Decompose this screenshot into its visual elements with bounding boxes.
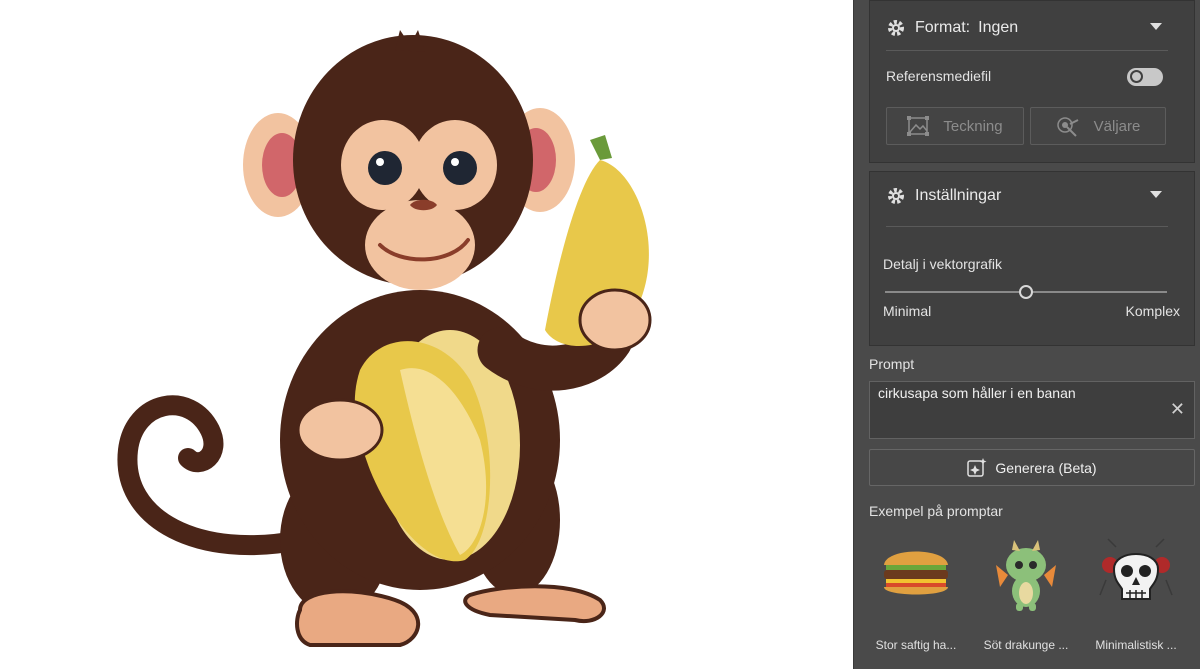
canvas-area (0, 0, 853, 669)
divider (886, 50, 1168, 51)
prompt-text[interactable]: cirkusapa som håller i en banan (878, 385, 1076, 401)
slider-min-label: Minimal (883, 303, 932, 319)
toggle-knob-inner (1132, 72, 1141, 81)
detail-label: Detalj i vektorgrafik (883, 256, 1003, 272)
chevron-down-icon[interactable] (1150, 23, 1162, 31)
example-caption: Stor saftig ha... (875, 638, 957, 652)
settings-header[interactable]: Inställningar (886, 184, 1001, 208)
reference-toggle[interactable] (1127, 68, 1163, 86)
prompt-label: Prompt (869, 356, 915, 372)
example-item[interactable]: Minimalistisk ... (1086, 535, 1186, 652)
generate-button[interactable]: Generera (Beta) (869, 449, 1195, 486)
drawing-icon (907, 116, 930, 136)
example-caption: Minimalistisk ... (1095, 638, 1177, 652)
burger-icon (884, 551, 948, 595)
picker-button[interactable]: Väljare (1030, 107, 1166, 145)
format-value: Ingen (978, 19, 1019, 36)
picker-icon (1056, 117, 1079, 137)
divider (886, 226, 1168, 227)
dragon-icon (996, 540, 1056, 611)
format-header[interactable]: Format: Ingen (886, 16, 1018, 40)
close-icon[interactable]: ✕ (1170, 400, 1185, 418)
reference-label: Referensmediefil (886, 68, 992, 84)
chevron-down-icon[interactable] (1150, 191, 1162, 199)
examples-title: Exempel på promptar (869, 503, 1003, 519)
settings-title: Inställningar (915, 187, 1002, 204)
drawing-button-label: Teckning (943, 117, 1003, 135)
gear-icon (888, 188, 904, 204)
example-item[interactable]: Stor saftig ha... (866, 535, 966, 652)
slider-max-label: Komplex (1125, 303, 1180, 319)
generate-icon (967, 457, 987, 477)
drawing-button[interactable]: Teckning (886, 107, 1024, 145)
settings-section: Inställningar Detalj i vektorgrafik Mini… (869, 171, 1195, 346)
example-caption: Söt drakunge ... (983, 638, 1069, 652)
example-item[interactable]: Söt drakunge ... (976, 535, 1076, 652)
detail-slider-thumb[interactable] (1019, 285, 1033, 299)
side-panel: Format: Ingen Referensmediefil Teckning (853, 0, 1200, 669)
format-section: Format: Ingen Referensmediefil Teckning (869, 0, 1195, 163)
format-label: Format: (915, 19, 971, 36)
skull-icon (1099, 538, 1173, 600)
picker-button-label: Väljare (1093, 117, 1141, 135)
generate-button-label: Generera (Beta) (995, 459, 1097, 476)
prompt-input[interactable]: cirkusapa som håller i en banan ✕ (869, 381, 1195, 439)
gear-icon (888, 20, 904, 36)
monkey-illustration (117, 30, 652, 647)
